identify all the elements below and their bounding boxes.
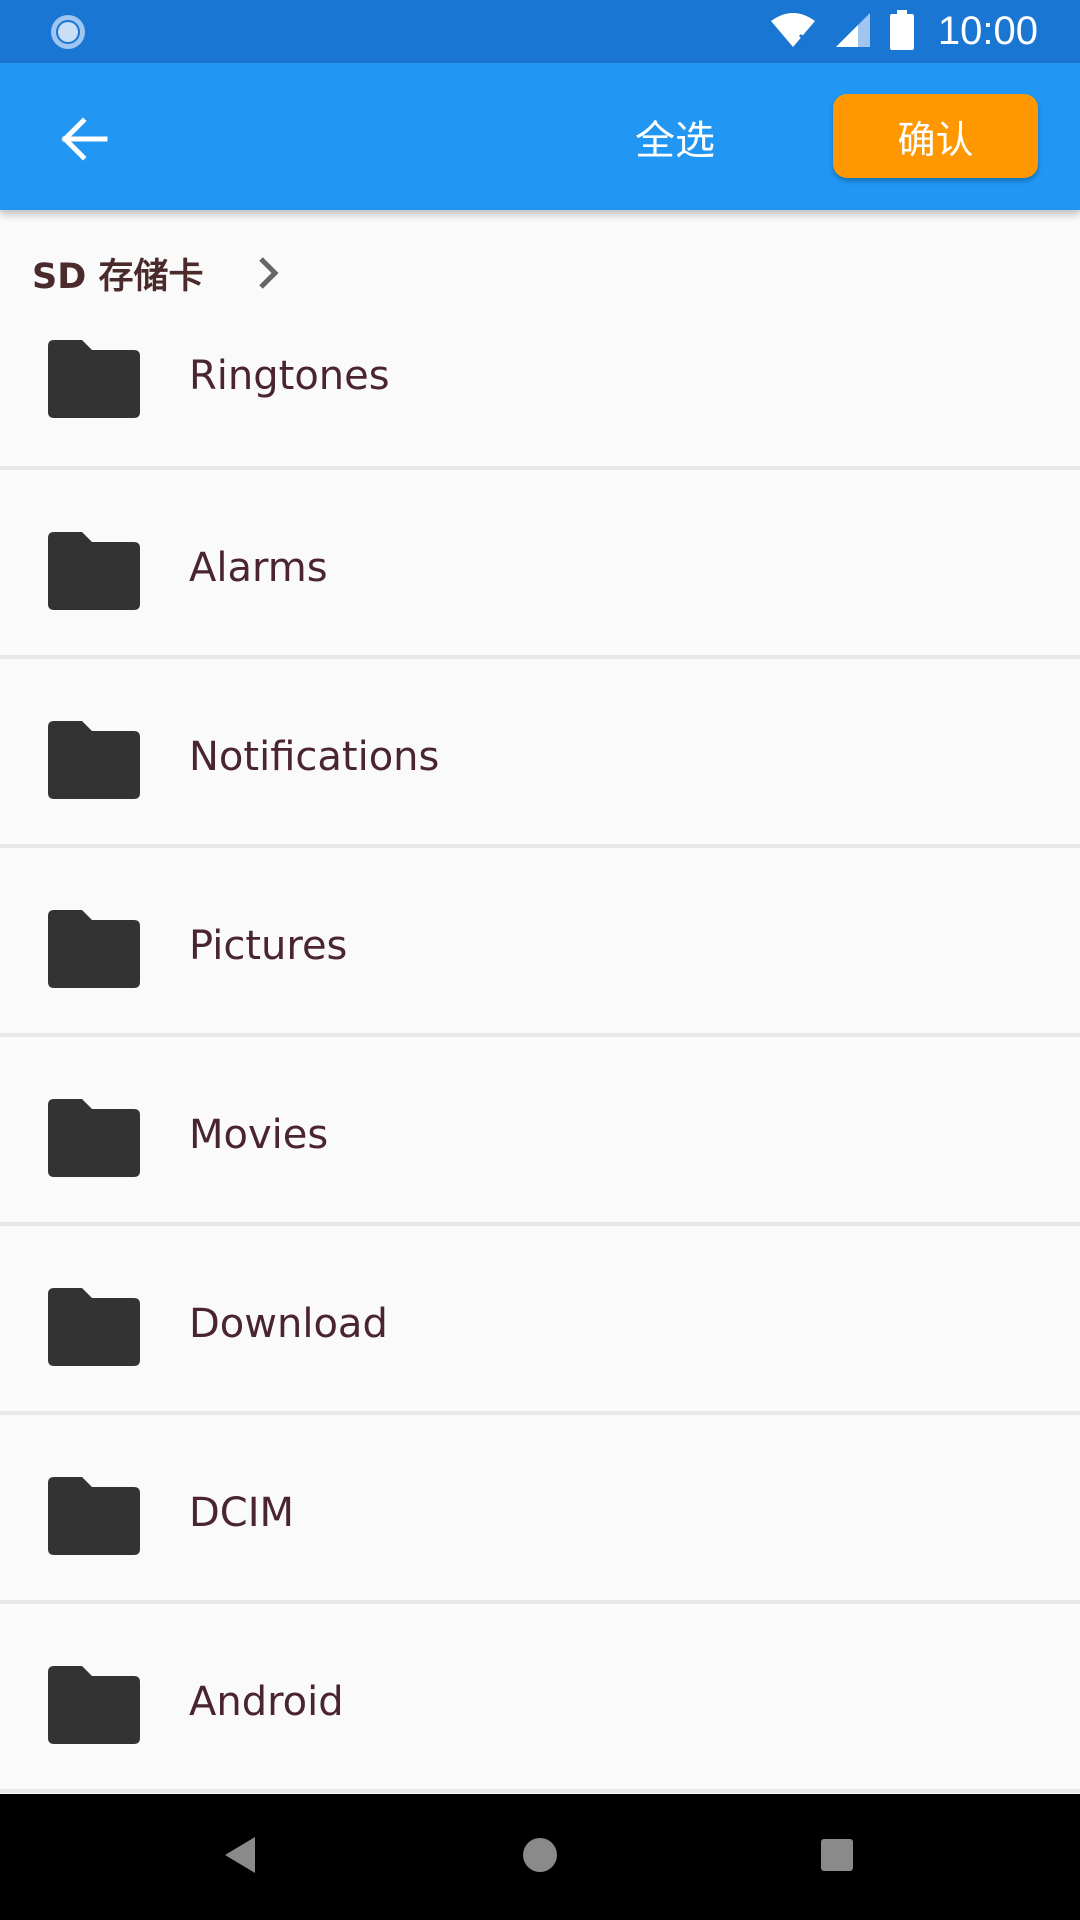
nav-home-button[interactable] (509, 1826, 571, 1888)
nav-recents-button[interactable] (806, 1826, 868, 1888)
folder-icon (48, 910, 140, 988)
folder-icon (48, 721, 140, 799)
back-button[interactable] (40, 96, 130, 186)
nav-home-icon (520, 1835, 560, 1879)
list-item[interactable]: Notifications (0, 659, 1080, 848)
list-item[interactable]: Download (0, 1226, 1080, 1415)
folder-icon (48, 1288, 140, 1366)
folder-icon (48, 1099, 140, 1177)
wifi-icon (770, 11, 816, 53)
folder-icon (48, 1477, 140, 1555)
folder-icon (48, 532, 140, 610)
folder-icon (48, 1666, 140, 1744)
list-item[interactable]: Android (0, 1604, 1080, 1793)
list-divider (0, 1789, 1080, 1793)
nav-back-button[interactable] (210, 1826, 272, 1888)
list-item[interactable]: DCIM (0, 1415, 1080, 1604)
list-item[interactable]: Movies (0, 1037, 1080, 1226)
list-item[interactable]: Pictures (0, 848, 1080, 1037)
folder-name: Android (189, 1679, 344, 1725)
back-arrow-icon (61, 117, 109, 165)
status-bar: 10:00 (0, 0, 1080, 63)
folder-name: DCIM (189, 1490, 295, 1536)
folder-name: Pictures (189, 923, 348, 969)
status-time: 10:00 (937, 9, 1038, 53)
battery-icon (889, 9, 914, 54)
folder-name: Download (189, 1301, 388, 1347)
loading-icon (48, 12, 88, 52)
nav-back-icon (219, 1833, 263, 1881)
folder-name: Movies (189, 1112, 329, 1158)
navigation-bar (0, 1794, 1080, 1920)
app-bar: 全选 确认 (0, 63, 1080, 210)
nav-recents-icon (818, 1836, 856, 1878)
select-all-button[interactable]: 全选 (600, 106, 750, 168)
list-item[interactable]: Ringtones (0, 278, 1080, 470)
signal-icon (834, 11, 872, 53)
folder-name: Alarms (189, 545, 328, 591)
folder-icon (48, 340, 140, 418)
confirm-button[interactable]: 确认 (833, 94, 1038, 178)
list-item[interactable]: Alarms (0, 470, 1080, 659)
folder-name: Ringtones (189, 353, 390, 399)
folder-name: Notifications (189, 734, 440, 780)
